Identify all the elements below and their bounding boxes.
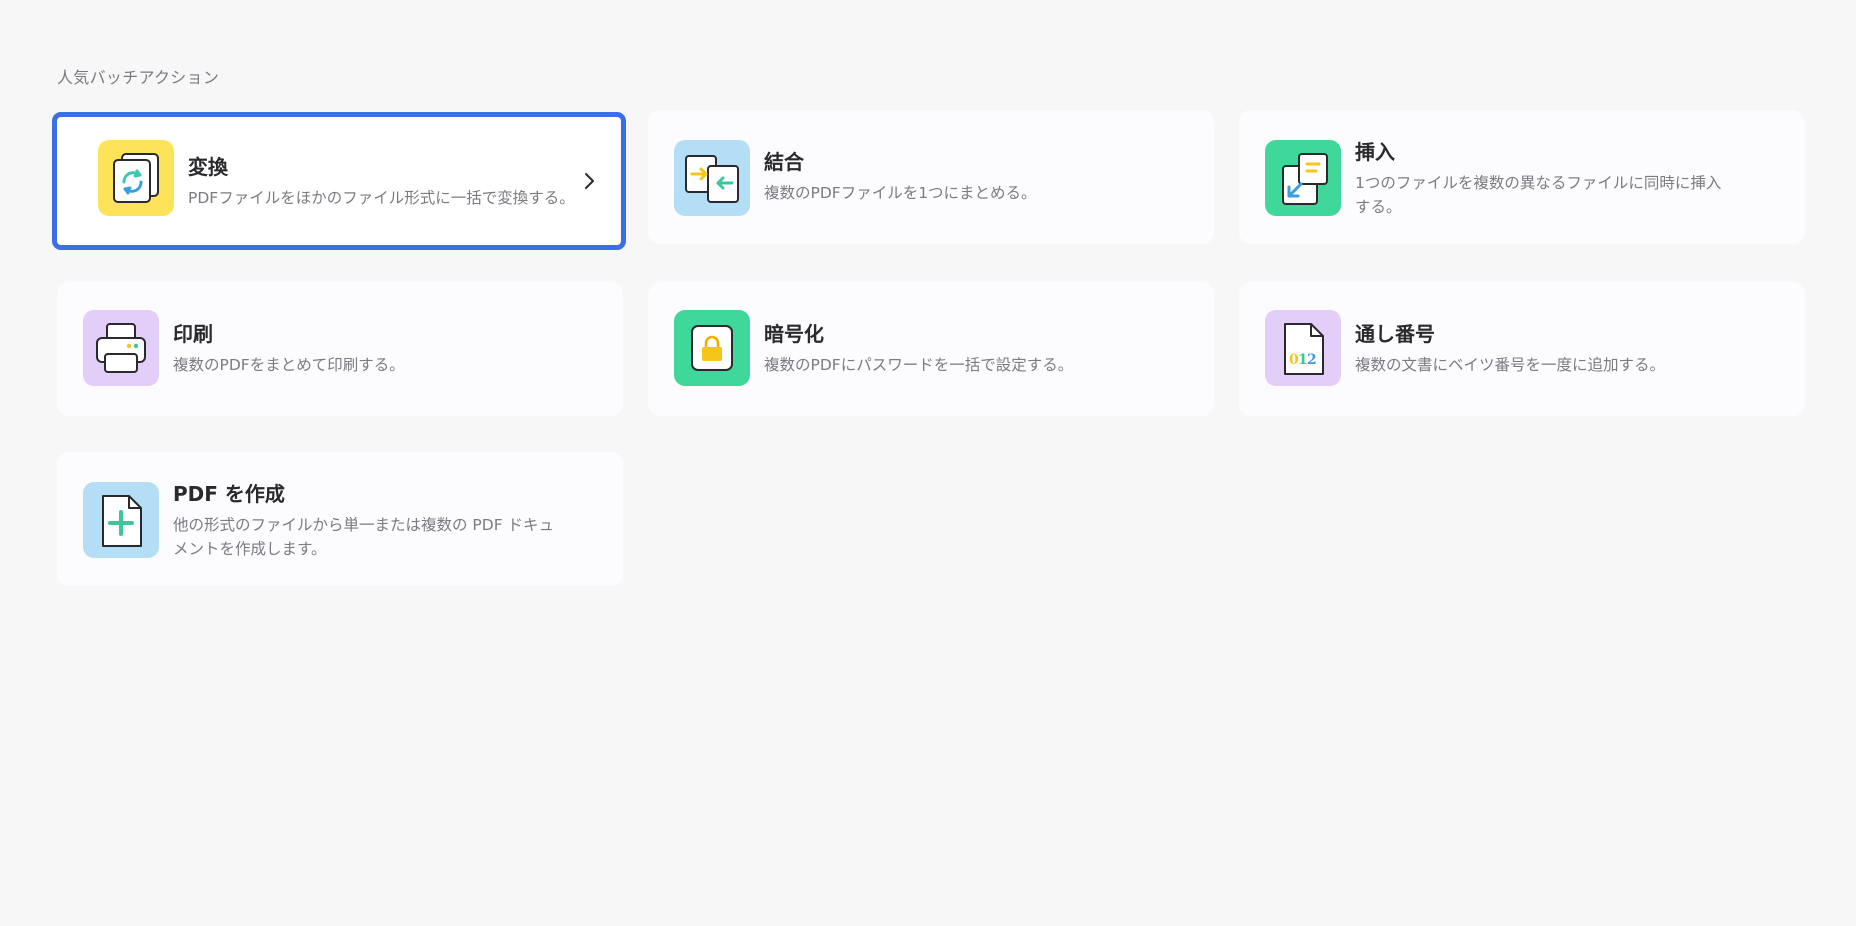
- card-print[interactable]: 印刷 複数のPDFをまとめて印刷する。: [57, 282, 623, 416]
- card-description: 他の形式のファイルから単一または複数の PDF ドキュメントを作成します。: [173, 516, 555, 558]
- card-combine[interactable]: 結合 複数のPDFファイルを1つにまとめる。: [648, 110, 1214, 244]
- insert-icon: [1265, 140, 1341, 216]
- card-description: 複数の文書にベイツ番号を一度に追加する。: [1355, 356, 1666, 374]
- card-description: 複数のPDFファイルを1つにまとめる。: [764, 184, 1037, 202]
- card-convert[interactable]: 変換 PDFファイルをほかのファイル形式に一括で変換する。: [52, 112, 626, 250]
- card-bates-number[interactable]: 0 1 2 通し番号 複数の文書にベイツ番号を一度に追加する。: [1239, 282, 1805, 416]
- printer-icon: [83, 310, 159, 386]
- bates-number-icon: 0 1 2: [1265, 310, 1341, 386]
- card-title: PDF を作成: [173, 482, 285, 506]
- card-title: 挿入: [1355, 140, 1395, 164]
- lock-icon: [674, 310, 750, 386]
- create-pdf-icon: [83, 482, 159, 558]
- card-title: 通し番号: [1355, 322, 1435, 346]
- card-title: 結合: [764, 150, 804, 174]
- bates-number-digit: 2: [1307, 352, 1317, 368]
- card-description: 1つのファイルを複数の異なるファイルに同時に挿入する。: [1355, 174, 1722, 216]
- card-title: 変換: [188, 155, 228, 179]
- card-description: PDFファイルをほかのファイル形式に一括で変換する。: [188, 189, 575, 207]
- convert-icon: [98, 140, 174, 216]
- card-description: 複数のPDFをまとめて印刷する。: [173, 356, 405, 374]
- card-title: 印刷: [173, 322, 213, 346]
- card-encrypt[interactable]: 暗号化 複数のPDFにパスワードを一括で設定する。: [648, 282, 1214, 416]
- section-title: 人気バッチアクション: [57, 68, 220, 87]
- chevron-right-icon: [579, 169, 599, 193]
- card-description: 複数のPDFにパスワードを一括で設定する。: [764, 356, 1074, 374]
- combine-icon: [674, 140, 750, 216]
- card-create-pdf[interactable]: PDF を作成 他の形式のファイルから単一または複数の PDF ドキュメントを作…: [57, 452, 623, 586]
- card-title: 暗号化: [764, 322, 824, 346]
- batch-actions-page: 人気バッチアクション 変換 PDFファイルをほかのファイル形式に一括で変換する。: [0, 0, 1856, 926]
- card-insert[interactable]: 挿入 1つのファイルを複数の異なるファイルに同時に挿入する。: [1239, 110, 1805, 244]
